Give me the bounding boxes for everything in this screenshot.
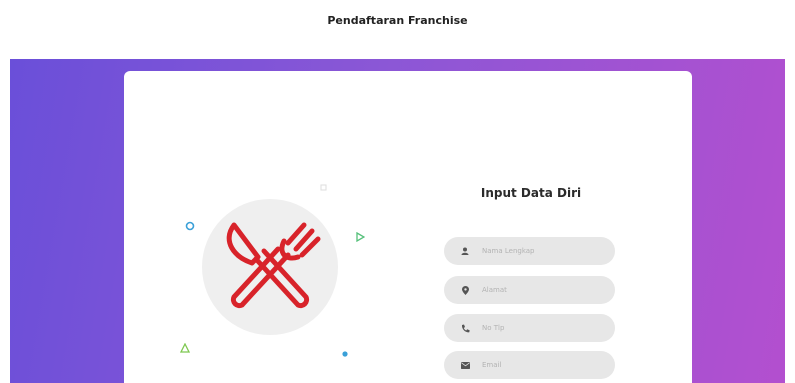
address-input[interactable]: [482, 286, 592, 294]
full-name-field[interactable]: [444, 237, 615, 265]
phone-input[interactable]: [482, 324, 592, 332]
page-title: Pendaftaran Franchise: [327, 13, 468, 27]
email-input[interactable]: [482, 361, 592, 369]
page-header: Pendaftaran Franchise: [0, 0, 795, 40]
circle-decoration-icon: [185, 221, 195, 231]
fork-knife-icon: [226, 222, 321, 309]
registration-card: Input Data Diri: [124, 71, 692, 383]
address-field[interactable]: [444, 276, 615, 304]
envelope-icon: [460, 360, 470, 370]
triangle-decoration-icon: [180, 343, 190, 353]
dot-decoration-icon: [342, 351, 348, 357]
map-marker-icon: [460, 285, 470, 295]
user-icon: [460, 246, 470, 256]
square-decoration-icon: [320, 184, 327, 191]
phone-icon: [460, 323, 470, 333]
email-field[interactable]: [444, 351, 615, 379]
full-name-input[interactable]: [482, 247, 592, 255]
form-title: Input Data Diri: [480, 186, 582, 200]
triangle-right-decoration-icon: [356, 232, 365, 242]
phone-field[interactable]: [444, 314, 615, 342]
